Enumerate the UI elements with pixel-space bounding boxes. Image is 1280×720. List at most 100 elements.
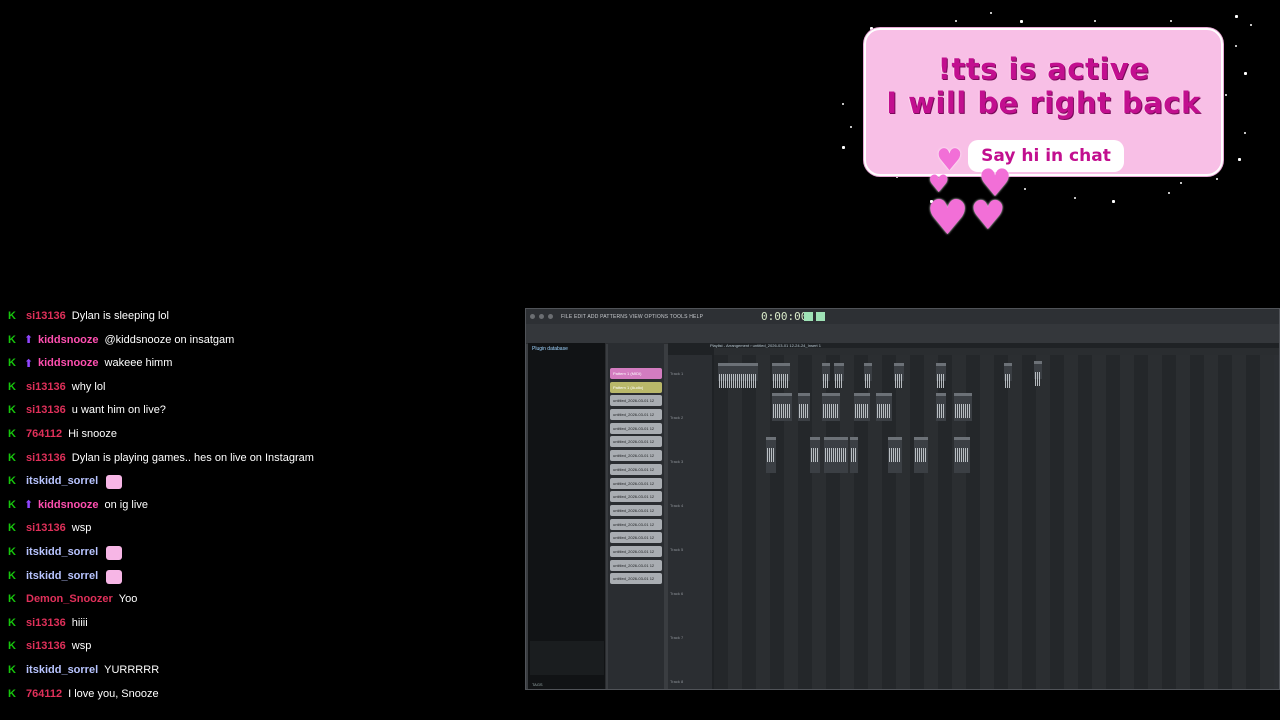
pattern-item[interactable]: untitled_2026-03-01 12 xyxy=(610,477,662,489)
daw-window[interactable]: FILE EDIT ADD PATTERNS VIEW OPTIONS TOOL… xyxy=(525,308,1280,690)
pattern-item[interactable]: untitled_2026-03-01 12 xyxy=(610,545,662,557)
audio-clip[interactable] xyxy=(876,393,892,421)
audio-clip[interactable] xyxy=(766,437,776,473)
right-back-text: I will be right back xyxy=(886,86,1201,120)
audio-clip[interactable] xyxy=(954,393,972,421)
chat-message: Kitskidd_sorrel xyxy=(0,470,123,492)
track-header[interactable]: Track 2 xyxy=(670,415,710,420)
pattern-item[interactable]: Pattern 1 (MIDI) xyxy=(610,368,662,379)
pattern-item[interactable]: untitled_2026-03-01 12 xyxy=(610,422,662,434)
pattern-item[interactable]: untitled_2026-03-01 12 xyxy=(610,395,662,407)
chat-username: kiddsnooze xyxy=(38,357,99,370)
audio-clip[interactable] xyxy=(888,437,902,473)
audio-clip[interactable] xyxy=(914,437,928,473)
track-header[interactable]: Track 5 xyxy=(670,547,710,552)
audio-clip[interactable] xyxy=(798,393,810,421)
chat-text: wsp xyxy=(71,522,92,535)
sparkle xyxy=(1020,20,1023,23)
sub-badge-icon: ⬆ xyxy=(24,357,34,370)
pattern-item[interactable]: untitled_2026-03-01 12 xyxy=(610,532,662,544)
audio-clip[interactable] xyxy=(810,437,820,473)
waveform xyxy=(855,404,869,418)
chat-username: si13136 xyxy=(26,522,66,535)
audio-clip[interactable] xyxy=(1034,361,1042,386)
audio-clip[interactable] xyxy=(954,437,970,473)
track-header[interactable]: Track 4 xyxy=(670,503,710,508)
pattern-item[interactable]: untitled_2026-03-01 12 xyxy=(610,463,662,475)
waveform xyxy=(835,374,843,388)
meter-icon[interactable] xyxy=(816,312,825,321)
chat-text: I love you, Snooze xyxy=(68,687,159,700)
chat-message: K 764112 Hi snooze xyxy=(0,423,117,445)
audio-clip[interactable] xyxy=(850,437,858,473)
browser-title[interactable]: Plugin database xyxy=(528,343,605,352)
audio-clip[interactable] xyxy=(822,363,830,388)
audio-clip[interactable] xyxy=(936,363,946,388)
sparkle xyxy=(842,146,845,149)
sparkle xyxy=(850,126,852,128)
playlist-panel: Playlist - Arrangement › untitled_2026-0… xyxy=(668,343,1279,689)
pattern-item[interactable]: untitled_2026-03-01 12 xyxy=(610,504,662,516)
chat-message: K Demon_Snoozer Yoo xyxy=(0,588,137,610)
track-header[interactable]: Track 8 xyxy=(670,679,710,684)
window-dot-icon[interactable] xyxy=(539,314,544,319)
mod-badge-icon: K xyxy=(8,546,16,558)
chat-username: itskidd_sorrel xyxy=(26,546,99,558)
audio-clip[interactable] xyxy=(864,363,872,388)
chat-message: Ksi13136 wsp xyxy=(0,517,91,539)
menu-bar[interactable]: FILE EDIT ADD PATTERNS VIEW OPTIONS TOOL… xyxy=(561,314,703,320)
sparkle xyxy=(990,12,992,14)
pattern-item[interactable]: Pattern 1 (Audio) xyxy=(610,381,662,393)
waveform xyxy=(1035,372,1041,386)
waveform xyxy=(915,448,927,462)
audio-clip[interactable] xyxy=(718,363,758,388)
pattern-item[interactable]: untitled_2026-03-01 12 xyxy=(610,436,662,448)
playlist-scrollbar[interactable] xyxy=(1274,355,1279,689)
sparkle xyxy=(1074,197,1076,199)
window-dot-icon[interactable] xyxy=(548,314,553,319)
pattern-item[interactable]: untitled_2026-03-01 12 xyxy=(610,573,662,585)
audio-clip[interactable] xyxy=(936,393,946,421)
sub-badge-icon: ⬆ xyxy=(24,334,34,347)
sparkle xyxy=(1244,72,1247,75)
meter-icon[interactable] xyxy=(804,312,813,321)
chat-username: 764112 xyxy=(26,428,63,440)
window-dot-icon[interactable] xyxy=(530,314,535,319)
chat-text: on ig live xyxy=(104,498,148,511)
sub-badge-icon: ⬆ xyxy=(24,499,34,512)
audio-clip[interactable] xyxy=(854,393,870,421)
chat-username: si13136 xyxy=(26,380,66,393)
pattern-item[interactable]: untitled_2026-03-01 12 xyxy=(610,409,662,421)
pattern-item[interactable]: untitled_2026-03-01 12 xyxy=(610,491,662,503)
audio-clip[interactable] xyxy=(772,363,790,388)
heart-icon: ♥ xyxy=(926,190,970,246)
audio-clip[interactable] xyxy=(834,363,844,388)
audio-clip[interactable] xyxy=(1004,363,1012,388)
audio-clip[interactable] xyxy=(894,363,904,388)
track-header[interactable]: Track 6 xyxy=(670,591,710,596)
chat-username: itskidd_sorrel xyxy=(26,475,99,488)
chat-text: YURRRRR xyxy=(104,664,160,676)
track-header[interactable]: Track 7 xyxy=(670,635,710,640)
waveform xyxy=(823,404,839,418)
mod-badge-icon: K xyxy=(8,404,16,417)
audio-clip[interactable] xyxy=(824,437,848,473)
pattern-item[interactable]: untitled_2026-03-01 12 xyxy=(610,450,662,462)
chat-text: hiiii xyxy=(71,616,88,629)
chat-text: Dylan is playing games.. hes on live on … xyxy=(71,451,314,464)
arrangement-grid[interactable] xyxy=(714,355,1279,689)
audio-clip[interactable] xyxy=(772,393,792,421)
chat-text: wsp xyxy=(71,640,92,653)
browser-tags[interactable]: TAGS xyxy=(532,682,543,687)
track-header[interactable]: Track 3 xyxy=(670,459,710,464)
emote-icon xyxy=(106,475,123,490)
chat-message: Ksi13136 hiiii xyxy=(0,612,88,634)
audio-clip[interactable] xyxy=(822,393,840,421)
pattern-item[interactable]: untitled_2026-03-01 12 xyxy=(610,559,662,571)
pattern-item[interactable]: untitled_2026-03-01 12 xyxy=(610,518,662,530)
mod-badge-icon: K xyxy=(8,428,16,440)
chat-text: @kiddsnooze on insatgam xyxy=(104,333,235,346)
track-header[interactable]: Track 1 xyxy=(670,371,710,376)
daw-titlebar: FILE EDIT ADD PATTERNS VIEW OPTIONS TOOL… xyxy=(526,309,1279,324)
chat-message: Kitskidd_sorrel YURRRRR xyxy=(0,659,159,681)
